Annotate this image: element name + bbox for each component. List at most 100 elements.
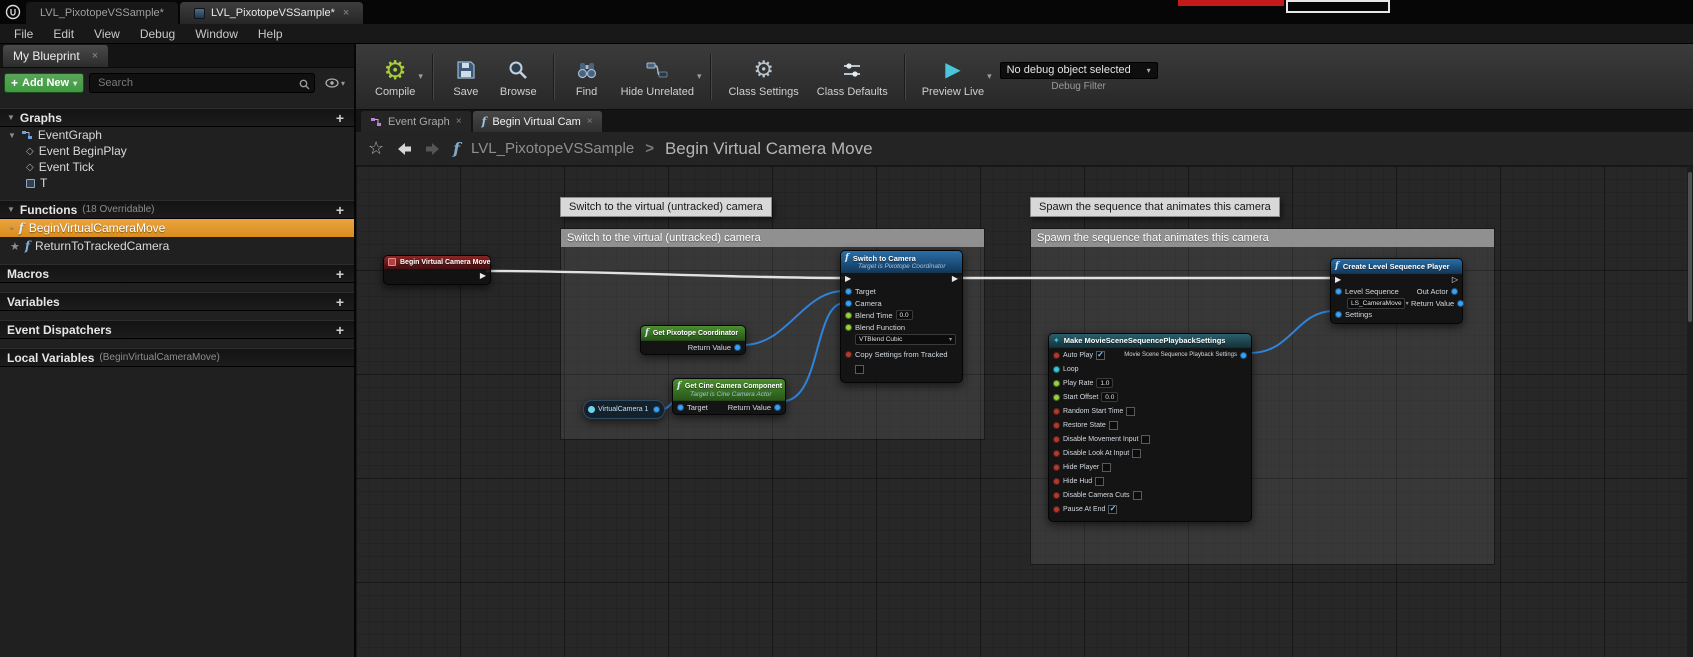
- menu-edit[interactable]: Edit: [43, 24, 84, 43]
- target-pin[interactable]: [677, 404, 684, 411]
- macros-section-header[interactable]: Macros +: [0, 264, 354, 283]
- variable-out-pin[interactable]: [653, 406, 660, 413]
- exec-out-pin[interactable]: ▶: [480, 272, 486, 280]
- event-dispatchers-section-header[interactable]: Event Dispatchers +: [0, 320, 354, 339]
- close-icon[interactable]: ×: [343, 7, 349, 19]
- add-macro-button[interactable]: +: [333, 266, 347, 282]
- window-tab-level-active[interactable]: LVL_PixotopeVSSample* ×: [180, 2, 363, 24]
- copy-settings-pin[interactable]: [845, 351, 852, 358]
- browse-button[interactable]: Browse: [491, 53, 546, 101]
- scrollbar-thumb[interactable]: [1688, 172, 1692, 322]
- add-new-button[interactable]: + Add New ▾: [4, 73, 84, 93]
- window-tab-level[interactable]: LVL_PixotopeVSSample*: [26, 2, 178, 24]
- tree-item-event-beginplay[interactable]: ◇ Event BeginPlay: [0, 143, 354, 159]
- my-blueprint-tab[interactable]: My Blueprint ×: [3, 45, 108, 67]
- find-button[interactable]: Find: [562, 53, 612, 101]
- exec-wire[interactable]: [486, 271, 844, 278]
- exec-in-pin[interactable]: ▶: [1335, 276, 1341, 284]
- menu-window[interactable]: Window: [185, 24, 248, 43]
- favorite-star-icon[interactable]: ☆: [368, 138, 384, 159]
- node-get-pixotope-coordinator[interactable]: f Get Pixotope Coordinator Return Value: [640, 325, 746, 355]
- breadcrumb-root[interactable]: LVL_PixotopeVSSample: [471, 140, 634, 157]
- node-make-playback-settings[interactable]: ✦ Make MovieSceneSequencePlaybackSetting…: [1048, 333, 1252, 522]
- disable-camera-cuts-checkbox[interactable]: [1133, 491, 1142, 500]
- out-actor-pin[interactable]: [1451, 288, 1458, 295]
- close-icon[interactable]: ×: [456, 116, 462, 127]
- compile-options-caret[interactable]: ▾: [418, 71, 423, 82]
- random-start-time-checkbox[interactable]: [1126, 407, 1135, 416]
- debug-object-dropdown[interactable]: No debug object selected ▾: [1000, 62, 1158, 79]
- pause-at-end-pin[interactable]: [1053, 506, 1060, 513]
- hide-player-pin[interactable]: [1053, 464, 1060, 471]
- data-wire[interactable]: [743, 291, 844, 345]
- exec-out-pin[interactable]: ▶: [952, 275, 958, 283]
- node-begin-virtual-camera-move[interactable]: Begin Virtual Camera Move ▶: [383, 255, 491, 285]
- hide-hud-checkbox[interactable]: [1095, 477, 1104, 486]
- blend-function-dropdown[interactable]: VTBlend Cubic ▾: [855, 334, 956, 345]
- disable-movement-input-checkbox[interactable]: [1141, 435, 1150, 444]
- play-rate-pin[interactable]: [1053, 380, 1060, 387]
- functions-section-header[interactable]: ▼ Functions (18 Overridable) +: [0, 200, 354, 219]
- save-button[interactable]: Save: [441, 53, 491, 101]
- play-rate-input[interactable]: 1.0: [1096, 378, 1113, 388]
- node-header[interactable]: ✦ Make MovieSceneSequencePlaybackSetting…: [1049, 334, 1251, 348]
- graphs-section-header[interactable]: ▼ Graphs +: [0, 108, 354, 127]
- tree-item-t[interactable]: T: [0, 175, 354, 191]
- node-header[interactable]: f Get Pixotope Coordinator: [641, 326, 745, 341]
- node-get-cine-camera-component[interactable]: f Get Cine Camera Component Target is Ci…: [672, 378, 786, 415]
- preview-live-button[interactable]: ▶ Preview Live: [913, 53, 993, 101]
- local-variables-section-header[interactable]: Local Variables (BeginVirtualCameraMove): [0, 348, 354, 367]
- return-value-pin[interactable]: [774, 404, 781, 411]
- menu-file[interactable]: File: [4, 24, 43, 43]
- expander-icon[interactable]: ▼: [7, 113, 15, 122]
- function-item-returntotrackedcamera[interactable]: ★ f ReturnToTrackedCamera: [0, 237, 354, 255]
- preview-live-caret[interactable]: ▾: [987, 71, 992, 82]
- blend-function-pin[interactable]: [845, 324, 852, 331]
- auto-play-checkbox[interactable]: [1096, 351, 1105, 360]
- exec-in-pin[interactable]: ▶: [845, 275, 851, 283]
- view-options-button[interactable]: ▾: [320, 73, 350, 93]
- class-defaults-button[interactable]: Class Defaults: [808, 53, 897, 101]
- start-offset-pin[interactable]: [1053, 394, 1060, 401]
- copy-settings-checkbox[interactable]: [855, 365, 864, 374]
- blend-time-input[interactable]: 0.0: [896, 310, 913, 320]
- add-event-dispatcher-button[interactable]: +: [333, 322, 347, 338]
- tree-item-event-tick[interactable]: ◇ Event Tick: [0, 159, 354, 175]
- target-pin[interactable]: [845, 288, 852, 295]
- search-input[interactable]: [89, 73, 315, 93]
- start-offset-input[interactable]: 0.0: [1101, 392, 1118, 402]
- hide-hud-pin[interactable]: [1053, 478, 1060, 485]
- function-item-beginvirtualcameramove[interactable]: ● f BeginVirtualCameraMove: [0, 219, 354, 237]
- variables-section-header[interactable]: Variables +: [0, 292, 354, 311]
- data-wire[interactable]: [1250, 311, 1334, 353]
- add-function-button[interactable]: +: [333, 202, 347, 218]
- disable-look-at-input-pin[interactable]: [1053, 450, 1060, 457]
- menu-view[interactable]: View: [84, 24, 130, 43]
- unreal-logo-icon[interactable]: [0, 0, 26, 24]
- level-sequence-dropdown[interactable]: LS_CameraMove ▾: [1347, 298, 1405, 309]
- menu-debug[interactable]: Debug: [130, 24, 185, 43]
- loop-pin[interactable]: [1053, 366, 1060, 373]
- tree-item-eventgraph[interactable]: ▼ EventGraph: [0, 127, 354, 143]
- random-start-time-pin[interactable]: [1053, 408, 1060, 415]
- disable-look-at-input-checkbox[interactable]: [1132, 449, 1141, 458]
- close-icon[interactable]: ×: [587, 116, 593, 127]
- camera-pin[interactable]: [845, 300, 852, 307]
- node-virtual-camera-variable[interactable]: VirtualCamera 1: [583, 400, 665, 419]
- tab-begin-virtual-camera[interactable]: f Begin Virtual Cam ×: [473, 111, 602, 132]
- return-value-pin[interactable]: [1457, 300, 1464, 307]
- vertical-scrollbar[interactable]: [1687, 166, 1693, 657]
- disable-movement-input-pin[interactable]: [1053, 436, 1060, 443]
- node-switch-to-camera[interactable]: f Switch to Camera Target is Pixotope Co…: [840, 250, 963, 383]
- pause-at-end-checkbox[interactable]: [1108, 505, 1117, 514]
- expander-icon[interactable]: ▼: [7, 205, 15, 214]
- restore-state-checkbox[interactable]: [1109, 421, 1118, 430]
- disable-camera-cuts-pin[interactable]: [1053, 492, 1060, 499]
- exec-out-pin[interactable]: ▷: [1452, 276, 1458, 284]
- blend-time-pin[interactable]: [845, 312, 852, 319]
- hide-player-checkbox[interactable]: [1102, 463, 1111, 472]
- menu-help[interactable]: Help: [248, 24, 293, 43]
- node-header[interactable]: Begin Virtual Camera Move: [384, 256, 490, 269]
- back-arrow-icon[interactable]: [395, 140, 413, 158]
- auto-play-pin[interactable]: [1053, 352, 1060, 359]
